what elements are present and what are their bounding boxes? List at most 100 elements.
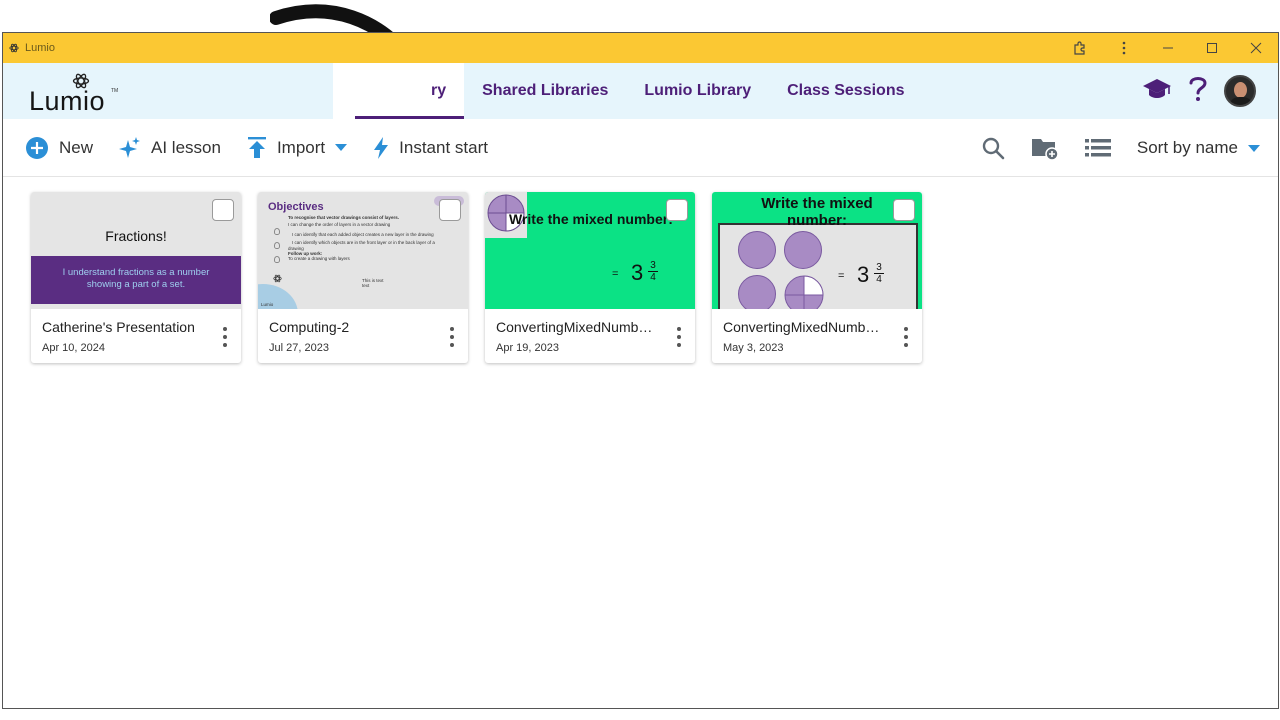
import-dropdown-caret-icon[interactable] [335,144,348,151]
tab-label: Shared Libraries [482,82,609,99]
maximize-icon[interactable] [1190,33,1234,63]
window-title: Lumio [25,42,55,54]
thumbnail-circles-box [718,223,918,309]
avatar-face [1234,82,1247,98]
card-name[interactable]: ConvertingMixedNumb… [723,319,895,335]
thumbnail-title-line: Write the mixed [761,195,873,212]
card-thumbnail[interactable]: Fractions! I understand fractions as a n… [31,192,241,309]
thumbnail-line: I can change the order of layers in a ve… [288,222,391,227]
bulb-icon [274,242,280,249]
title-bar: Lumio [3,33,1278,63]
circle-shape [738,275,776,309]
close-icon[interactable] [1234,33,1278,63]
circle-shape [784,231,822,269]
thumbnail-title-line: number: [787,212,847,229]
thumbnail-title: Write the mixed number: [509,211,673,227]
atom-logo-icon [273,274,282,283]
list-view-icon[interactable] [1084,138,1111,158]
circle-shape [738,231,776,269]
sort-dropdown[interactable]: Sort by name [1137,138,1260,158]
thumbnail-text: I understand fractions as a number [62,267,210,278]
import-button[interactable]: Import [247,136,348,159]
thumbnail-small-text: text [362,283,370,288]
toolbar: New AI lesson Import Instant start Sort … [3,119,1278,177]
library-card[interactable]: Write the mixed number: = 3 3 4 Converti… [485,192,695,363]
card-info: ConvertingMixedNumb… May 3, 2023 [712,309,922,363]
ai-lesson-button[interactable]: AI lesson [119,136,221,159]
avatar[interactable] [1224,75,1256,107]
library-grid: Fractions! I understand fractions as a n… [31,192,922,363]
thumbnail-title: Fractions! [105,228,167,244]
help-icon[interactable] [1186,75,1210,108]
whole-number: 3 [631,260,644,285]
library-card[interactable]: Write the mixed number: = 3 3 4 Converti… [712,192,922,363]
new-label: New [59,137,94,157]
library-card[interactable]: Fractions! I understand fractions as a n… [31,192,241,363]
tab-class-sessions[interactable]: Class Sessions [769,63,922,119]
thumbnail-line: I can identify that each added object cr… [292,232,434,237]
thumbnail-text: showing a part of a set. [86,279,186,290]
more-options-icon[interactable] [221,327,229,347]
card-name[interactable]: Computing-2 [269,319,441,335]
avatar-body [1229,97,1253,105]
header-actions [1142,73,1256,109]
lumio-logo[interactable]: Lumio TM [27,72,127,116]
more-options-icon[interactable] [448,327,456,347]
nav-tabs: ry Shared Libraries Lumio Library Class … [333,63,923,119]
card-date: Jul 27, 2023 [269,342,329,354]
tab-lumio-library[interactable]: Lumio Library [626,63,769,119]
app-window: Lumio Lumio TM ry Shared Libraries Lumio… [2,32,1279,709]
equals-sign: = [838,270,845,282]
minimize-icon[interactable] [1146,33,1190,63]
card-date: Apr 19, 2023 [496,342,559,354]
card-thumbnail[interactable]: Objectives To recognise that vector draw… [258,192,468,309]
card-select-checkbox[interactable] [893,199,915,221]
tab-label: ry [431,82,447,99]
fraction-numerator: 3 [876,262,882,273]
tab-label: Class Sessions [787,82,905,99]
lightning-icon [374,136,389,159]
graduation-cap-icon[interactable] [1142,77,1172,106]
thumbnail-title: Write the mixed number: [712,195,922,229]
thumbnail-title: Objectives [268,201,324,213]
fraction: 3 4 [874,262,884,285]
tab-my-library[interactable]: ry [333,63,465,119]
plus-circle-icon [26,136,48,159]
search-icon[interactable] [981,136,1005,160]
logo-trademark: TM [111,88,119,94]
thumbnail-line: To create a drawing with layers [288,256,350,261]
tab-shared-libraries[interactable]: Shared Libraries [464,63,626,119]
instant-start-button[interactable]: Instant start [373,136,488,159]
equals-sign: = [612,268,619,280]
extensions-icon[interactable] [1058,33,1102,63]
sort-label: Sort by name [1136,138,1238,157]
card-select-checkbox[interactable] [666,199,688,221]
new-folder-icon[interactable] [1031,136,1059,160]
card-info: Catherine's Presentation Apr 10, 2024 [31,309,241,363]
new-button[interactable]: New [25,136,93,160]
tab-label: Lumio Library [644,82,752,99]
more-options-icon[interactable] [902,327,910,347]
thumbnail-line: I can identify which objects are in the … [292,240,435,245]
card-info: ConvertingMixedNumb… Apr 19, 2023 [485,309,695,363]
more-options-icon[interactable] [675,327,683,347]
thumbnail-line: To recognise that vector drawings consis… [288,215,399,220]
thumbnail-footer-logo: Lumio [261,302,274,307]
card-thumbnail[interactable]: Write the mixed number: = 3 3 4 [712,192,922,309]
upload-icon [247,136,266,158]
card-name[interactable]: Catherine's Presentation [42,319,214,335]
fraction-numerator: 3 [650,260,656,271]
card-date: Apr 10, 2024 [42,342,105,354]
card-name[interactable]: ConvertingMixedNumb… [496,319,668,335]
card-thumbnail[interactable]: Write the mixed number: = 3 3 4 [485,192,695,309]
quartered-circle-icon [784,275,824,309]
library-card[interactable]: Objectives To recognise that vector draw… [258,192,468,363]
bulb-icon [274,256,280,263]
card-select-checkbox[interactable] [212,199,234,221]
window-controls [1058,33,1278,63]
card-select-checkbox[interactable] [439,199,461,221]
bulb-icon [274,228,280,235]
more-icon[interactable] [1102,33,1146,63]
ai-lesson-label: AI lesson [151,137,221,157]
sparkle-icon [119,136,141,158]
